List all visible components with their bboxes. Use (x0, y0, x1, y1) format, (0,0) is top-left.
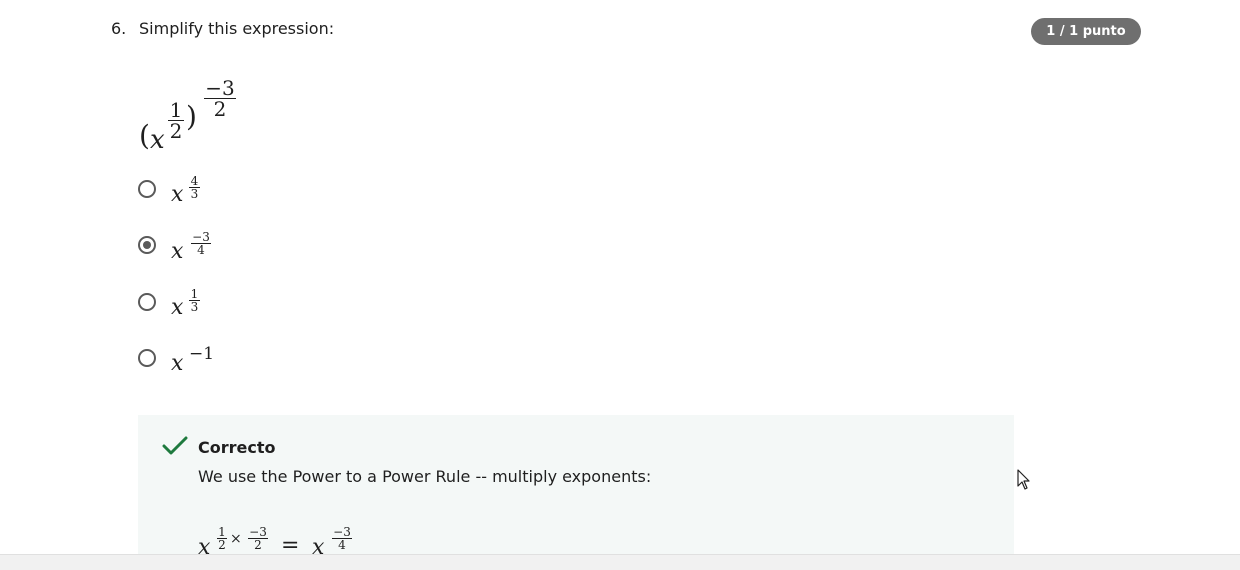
option-2-exponent: −3 4 (191, 231, 211, 256)
expr-base: x (150, 125, 165, 155)
feedback-title: Correcto (198, 438, 276, 457)
eq-rhs-num: −3 (333, 525, 351, 539)
option-1-exponent: 4 3 (189, 175, 200, 200)
eq-rhs-exponent: −3 4 (332, 526, 352, 551)
option-3-exponent: 1 3 (189, 288, 200, 313)
question-text: Simplify this expression: (139, 19, 335, 38)
option-4-base: x (171, 351, 184, 376)
mouse-pointer-icon (1017, 469, 1030, 490)
option-1-base: x (171, 182, 184, 207)
eq-a-exponent: 1 2 (217, 526, 227, 551)
option-1-radio[interactable] (138, 180, 156, 198)
feedback-text: We use the Power to a Power Rule -- mult… (198, 467, 652, 486)
bottom-bar (0, 554, 1240, 570)
option-1-den: 3 (190, 187, 199, 201)
expr-outer-den: 2 (213, 97, 227, 121)
expr-inner-den: 2 (169, 119, 183, 143)
option-3-base: x (171, 295, 184, 320)
eq-a-den: 2 (218, 538, 226, 552)
expr-open-paren: ( (139, 119, 150, 152)
option-2-radio[interactable] (138, 236, 156, 254)
option-3-radio[interactable] (138, 293, 156, 311)
option-2-num: −3 (192, 230, 210, 244)
eq-b-den: 2 (254, 538, 262, 552)
option-4-radio[interactable] (138, 349, 156, 367)
eq-a-num: 1 (218, 525, 226, 539)
eq-b-exponent: −3 2 (248, 526, 268, 551)
expr-outer-exponent: −3 2 (204, 78, 236, 119)
score-badge: 1 / 1 punto (1031, 18, 1141, 45)
expr-inner-exponent: 1 2 (168, 100, 184, 141)
option-2-base: x (171, 239, 184, 264)
option-3-num: 1 (190, 287, 199, 301)
option-1-num: 4 (190, 174, 199, 188)
eq-rhs-den: 4 (338, 538, 346, 552)
option-4-exponent: −1 (189, 344, 215, 364)
check-icon (162, 436, 188, 455)
option-3-den: 3 (190, 300, 199, 314)
expr-close-paren: ) (186, 100, 197, 133)
question-number: 6. (111, 19, 127, 38)
option-2-den: 4 (197, 243, 205, 257)
eq-times: × (230, 531, 242, 547)
eq-b-num: −3 (249, 525, 267, 539)
